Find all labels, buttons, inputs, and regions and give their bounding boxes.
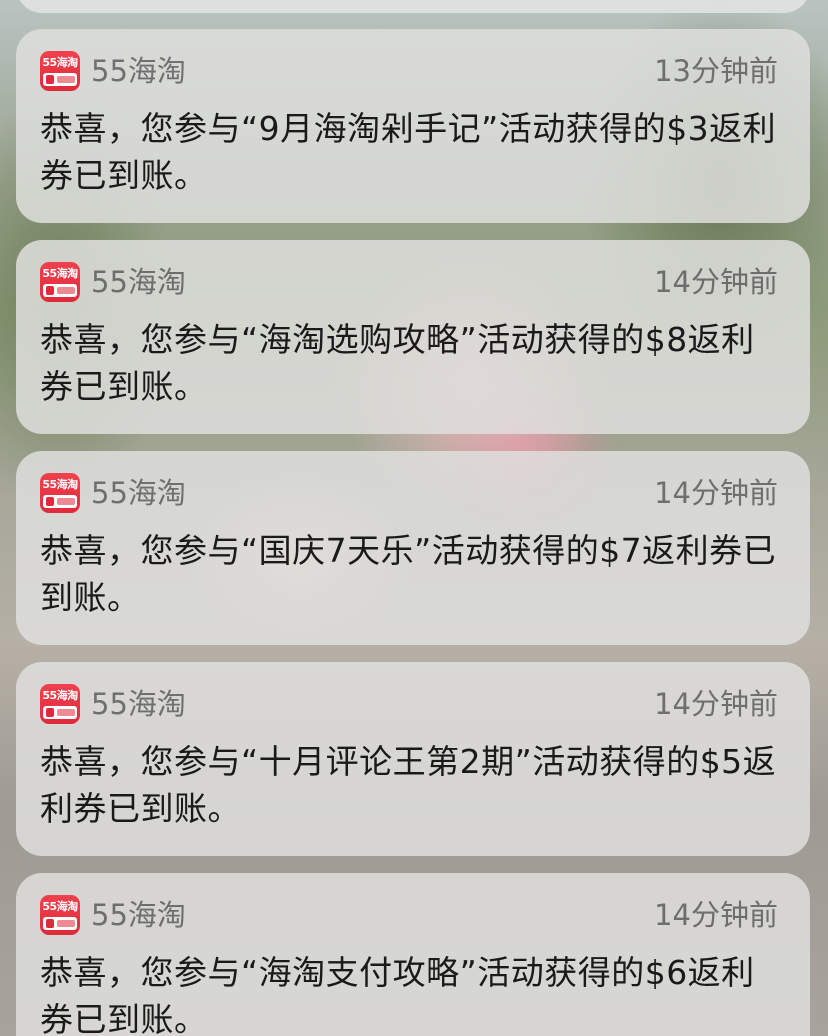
- notification-card[interactable]: 55海淘 55海淘 14分钟前 恭喜，您参与“国庆7天乐”活动获得的$7返利券已…: [16, 451, 810, 645]
- anniversary-badge-icon: [43, 495, 77, 508]
- notification-message: 恭喜，您参与“十月评论王第2期”活动获得的$5返利券已到账。: [40, 742, 777, 828]
- app-icon: 55海淘: [40, 262, 80, 302]
- app-name: 55海淘: [91, 54, 186, 88]
- app-icon-label: 55海淘: [42, 478, 78, 491]
- notification-card[interactable]: 55海淘 55海淘 13分钟前 恭喜，您参与“9月海淘剁手记”活动获得的$3返利…: [16, 29, 810, 223]
- app-icon-label: 55海淘: [42, 56, 78, 69]
- lock-screen: 55海淘 55海淘 13分钟前 恭喜，您参与“9月海淘剁手记”活动获得的$3返利…: [0, 0, 828, 1036]
- anniversary-badge-icon: [43, 706, 77, 719]
- notification-card[interactable]: 55海淘 55海淘 14分钟前 恭喜，您参与“海淘支付攻略”活动获得的$6返利券…: [16, 873, 810, 1036]
- app-name: 55海淘: [91, 476, 186, 510]
- notification-time: 14分钟前: [654, 476, 778, 510]
- anniversary-badge-icon: [43, 284, 77, 297]
- notification-card[interactable]: 55海淘 55海淘 14分钟前 恭喜，您参与“海淘选购攻略”活动获得的$8返利券…: [16, 240, 810, 434]
- notification-message: 恭喜，您参与“海淘选购攻略”活动获得的$8返利券已到账。: [40, 320, 755, 406]
- notification-time: 13分钟前: [654, 54, 778, 88]
- notification-header: 55海淘 55海淘 14分钟前: [40, 473, 786, 519]
- anniversary-badge-icon: [43, 73, 77, 86]
- notification-header: 55海淘 55海淘 14分钟前: [40, 262, 786, 308]
- app-icon-label: 55海淘: [42, 689, 78, 702]
- app-icon: 55海淘: [40, 473, 80, 513]
- app-name: 55海淘: [91, 687, 186, 721]
- app-icon-label: 55海淘: [42, 267, 78, 280]
- app-icon-label: 55海淘: [42, 900, 78, 913]
- notification-message: 恭喜，您参与“国庆7天乐”活动获得的$7返利券已到账。: [40, 531, 777, 617]
- notification-header: 55海淘 55海淘 13分钟前: [40, 51, 786, 97]
- notification-time: 14分钟前: [654, 265, 778, 299]
- previous-notification-card[interactable]: [16, 0, 810, 13]
- notification-message: 恭喜，您参与“9月海淘剁手记”活动获得的$3返利券已到账。: [40, 109, 777, 195]
- notification-header: 55海淘 55海淘 14分钟前: [40, 895, 786, 941]
- notification-card[interactable]: 55海淘 55海淘 14分钟前 恭喜，您参与“十月评论王第2期”活动获得的$5返…: [16, 662, 810, 856]
- app-name: 55海淘: [91, 265, 186, 299]
- notification-time: 14分钟前: [654, 687, 778, 721]
- app-name: 55海淘: [91, 898, 186, 932]
- anniversary-badge-icon: [43, 917, 77, 930]
- app-icon: 55海淘: [40, 684, 80, 724]
- notification-header: 55海淘 55海淘 14分钟前: [40, 684, 786, 730]
- notification-time: 14分钟前: [654, 898, 778, 932]
- app-icon: 55海淘: [40, 895, 80, 935]
- notification-message: 恭喜，您参与“海淘支付攻略”活动获得的$6返利券已到账。: [40, 953, 755, 1036]
- app-icon: 55海淘: [40, 51, 80, 91]
